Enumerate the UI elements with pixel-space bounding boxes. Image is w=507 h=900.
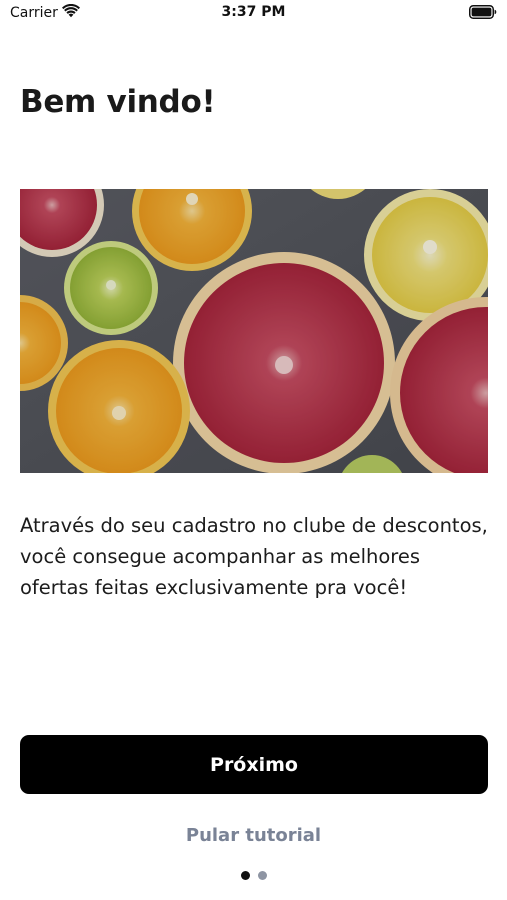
status-bar: Carrier 3:37 PM	[0, 0, 507, 30]
page-dot-inactive[interactable]	[257, 871, 267, 880]
page-dot-active[interactable]	[240, 871, 250, 880]
onboarding-description: Através do seu cadastro no clube de desc…	[20, 514, 488, 599]
page-indicator	[0, 871, 507, 880]
next-button[interactable]: Próximo	[20, 735, 488, 794]
status-time: 3:37 PM	[221, 4, 286, 20]
hero-image	[20, 189, 488, 473]
battery-icon	[469, 5, 497, 19]
skip-tutorial-link[interactable]: Pular tutorial	[0, 825, 507, 846]
page-title: Bem vindo!	[20, 84, 216, 120]
